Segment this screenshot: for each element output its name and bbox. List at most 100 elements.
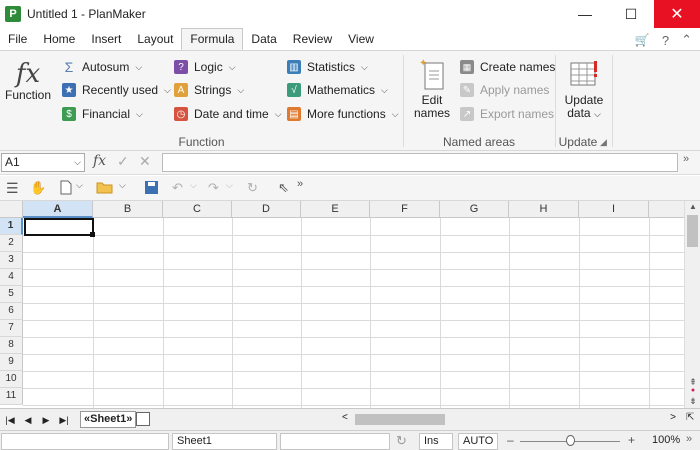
edit-names-button[interactable]: ✦ Edit names (410, 57, 454, 120)
column-header[interactable]: H (509, 201, 579, 218)
column-header[interactable]: A (23, 201, 93, 218)
menu-icon[interactable]: ☰ (6, 180, 19, 197)
create-names-button[interactable]: ▦ Create names (460, 58, 555, 76)
insert-mode-indicator[interactable]: Ins (419, 433, 453, 450)
open-folder-icon[interactable] (96, 180, 114, 197)
logic-button[interactable]: ? Logic ⌵ (174, 58, 236, 76)
zoom-slider-thumb[interactable] (566, 435, 575, 446)
row-header[interactable]: 3 (0, 252, 23, 269)
cart-icon[interactable]: 🛒 (635, 33, 650, 47)
tab-data[interactable]: Data (243, 29, 284, 50)
statistics-button[interactable]: ▥ Statistics ⌵ (287, 58, 368, 76)
planmaker-app-icon[interactable]: P (5, 6, 21, 22)
first-sheet-icon[interactable]: |◀ (1, 412, 19, 428)
tab-review[interactable]: Review (285, 29, 340, 50)
tab-layout[interactable]: Layout (129, 29, 181, 50)
repeat-icon[interactable]: ↻ (247, 180, 258, 196)
row-header[interactable]: 5 (0, 286, 23, 303)
scroll-right-icon[interactable]: > (670, 412, 676, 423)
accept-icon[interactable]: ✓ (117, 153, 129, 170)
select-all-corner[interactable] (0, 201, 23, 218)
fx-icon[interactable]: fx (93, 153, 106, 169)
sheet-tab-sheet1[interactable]: «Sheet1» (80, 411, 137, 428)
maximize-button[interactable]: ☐ (608, 0, 654, 28)
undo-icon[interactable]: ↶ (172, 180, 183, 196)
mathematics-button[interactable]: √ Mathematics ⌵ (287, 81, 388, 99)
save-icon[interactable] (144, 180, 159, 198)
scroll-left-icon[interactable]: < (342, 412, 348, 423)
column-header[interactable]: F (370, 201, 440, 218)
chevron-down-icon[interactable]: ⌵ (119, 180, 126, 191)
column-header[interactable]: D (232, 201, 301, 218)
row-header[interactable]: 11 (0, 388, 23, 405)
formula-input[interactable] (162, 153, 678, 172)
help-icon[interactable]: ? (662, 33, 669, 48)
minimize-button[interactable]: — (562, 0, 608, 28)
insert-function-button[interactable]: fx Function (4, 59, 52, 102)
new-document-icon[interactable] (60, 180, 72, 198)
row-header[interactable]: 6 (0, 303, 23, 320)
column-header[interactable]: E (301, 201, 370, 218)
recently-used-button[interactable]: ★ Recently used ⌵ (62, 81, 171, 99)
row-header[interactable]: 10 (0, 371, 23, 388)
chevron-down-icon[interactable]: ⌵ (76, 180, 83, 191)
strings-button[interactable]: A Strings ⌵ (174, 81, 244, 99)
apply-names-button[interactable]: ✎ Apply names (460, 81, 549, 99)
more-functions-button[interactable]: ▤ More functions ⌵ (287, 105, 399, 123)
split-view-icon[interactable]: ⇱ (686, 412, 694, 423)
recalculate-icon[interactable]: ↻ (396, 433, 407, 449)
new-sheet-icon[interactable] (136, 412, 150, 426)
horizontal-scrollbar[interactable]: < > (340, 411, 684, 428)
row-header[interactable]: 8 (0, 337, 23, 354)
collapse-ribbon-icon[interactable]: ⌃ (681, 32, 692, 48)
column-header[interactable]: C (163, 201, 232, 218)
row-header[interactable]: 2 (0, 235, 23, 252)
close-button[interactable]: ✕ (654, 0, 700, 28)
export-names-button[interactable]: ↗ Export names (460, 105, 554, 123)
name-box[interactable]: A1 ⌵ (1, 153, 85, 172)
last-sheet-icon[interactable]: ▶| (55, 412, 73, 428)
row-header[interactable]: 7 (0, 320, 23, 337)
horizontal-scroll-thumb[interactable] (355, 414, 445, 425)
column-header[interactable]: G (440, 201, 509, 218)
tab-view[interactable]: View (340, 29, 382, 50)
next-sheet-icon[interactable]: ▶ (37, 412, 55, 428)
expand-icon[interactable]: » (686, 433, 692, 445)
date-and-time-button[interactable]: ◷ Date and time ⌵ (174, 105, 282, 123)
row-header[interactable]: 4 (0, 269, 23, 286)
zoom-level[interactable]: 100% (652, 434, 680, 446)
tab-formula[interactable]: Formula (181, 28, 244, 50)
vertical-scrollbar[interactable]: ▲ ⇞ ● ⇟ (684, 201, 700, 408)
column-header[interactable]: B (93, 201, 163, 218)
scroll-up-icon[interactable]: ▲ (685, 202, 700, 211)
tab-home[interactable]: Home (35, 29, 83, 50)
tab-file[interactable]: File (0, 29, 35, 50)
financial-button[interactable]: $ Financial ⌵ (62, 105, 143, 123)
zoom-in-button[interactable]: + (628, 433, 635, 447)
auto-calc-indicator[interactable]: AUTO (458, 433, 498, 450)
pointer-icon[interactable]: ⇖ (278, 180, 289, 196)
more-tools-icon[interactable]: » (297, 178, 303, 190)
spreadsheet-grid[interactable]: A B C D E F G H I 1 2 3 4 5 6 7 8 9 10 1… (0, 201, 684, 408)
column-header[interactable] (649, 201, 684, 218)
cancel-icon[interactable]: ✕ (139, 153, 151, 170)
update-data-button[interactable]: Update data ⌵ (559, 57, 609, 121)
zoom-out-button[interactable]: – (507, 433, 514, 447)
autosum-button[interactable]: Σ Autosum ⌵ (62, 58, 143, 76)
chevron-down-icon[interactable]: ⌵ (74, 154, 81, 171)
tab-insert[interactable]: Insert (83, 29, 129, 50)
row-header[interactable]: 1 (0, 218, 23, 235)
row-header[interactable]: 9 (0, 354, 23, 371)
page-down-icon[interactable]: ⇟ (685, 396, 700, 407)
vertical-scroll-thumb[interactable] (687, 215, 698, 247)
chevron-down-icon[interactable]: ⌵ (226, 180, 233, 191)
chevron-down-icon[interactable]: ⌵ (190, 180, 197, 191)
dialog-launcher-icon[interactable]: ◢ (600, 137, 607, 148)
column-header[interactable]: I (579, 201, 649, 218)
active-cell-a1[interactable] (24, 218, 94, 236)
hand-icon[interactable]: ✋ (30, 180, 46, 196)
redo-icon[interactable]: ↷ (208, 180, 219, 196)
scroll-dot-icon[interactable]: ● (685, 387, 700, 394)
fill-handle[interactable] (90, 232, 95, 237)
previous-sheet-icon[interactable]: ◀ (19, 412, 37, 428)
